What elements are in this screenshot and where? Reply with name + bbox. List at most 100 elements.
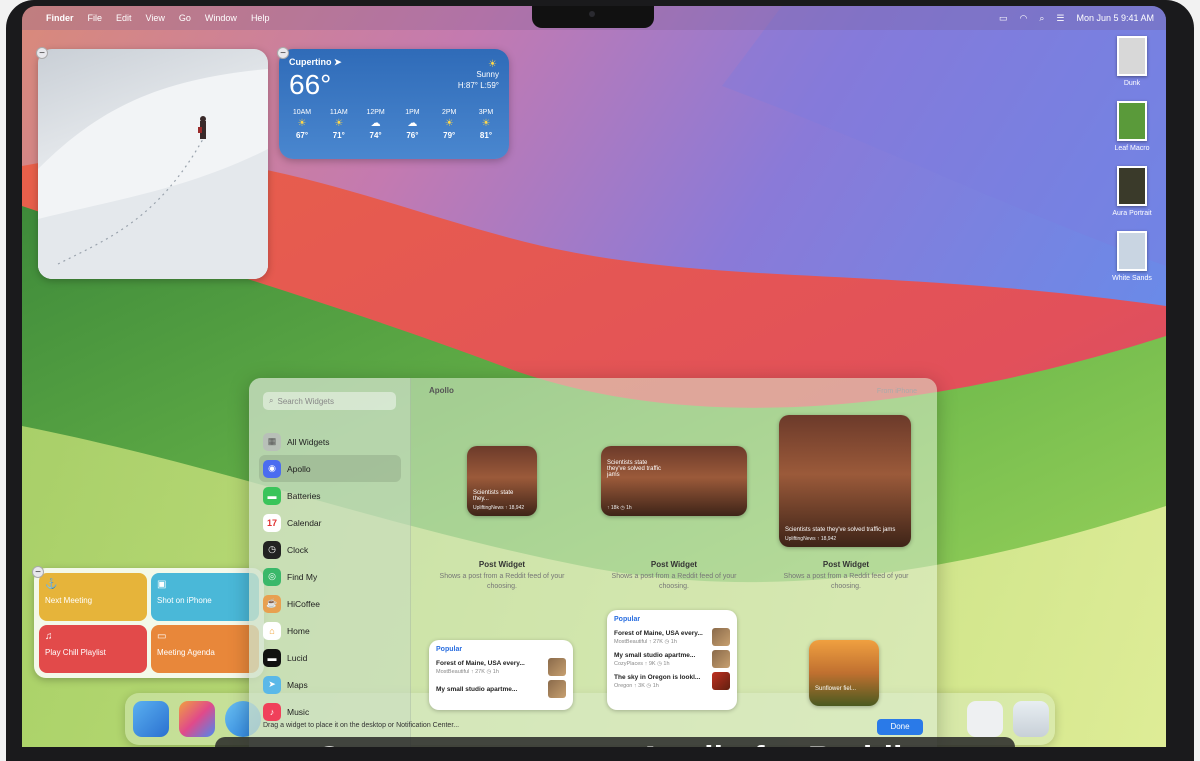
sunflower-photo-widget[interactable]: Sunflower fiel... bbox=[809, 640, 879, 706]
widget-label-large: Post Widget Shows a post from a Reddit f… bbox=[781, 560, 911, 592]
preview-caption: Scientists state they've solved traffic … bbox=[785, 527, 896, 533]
forecast-time: 12PM bbox=[366, 109, 385, 116]
menu-view[interactable]: View bbox=[146, 13, 165, 23]
forecast-time: 2PM bbox=[441, 109, 457, 116]
list-thumbnail bbox=[712, 628, 730, 646]
sidebar-item-apollo[interactable]: ◉ Apollo bbox=[259, 455, 401, 482]
sidebar-item-clock[interactable]: ◷ Clock bbox=[259, 536, 401, 563]
sidebar-item-label: Batteries bbox=[287, 490, 321, 501]
photo-widget[interactable] bbox=[38, 49, 268, 279]
list-header: Popular bbox=[436, 646, 463, 653]
popular-list-widget-small[interactable]: Popular Forest of Maine, USA every... Mos… bbox=[429, 640, 573, 710]
sidebar-item-hicoffee[interactable]: ☕ HiCoffee bbox=[259, 590, 401, 617]
desktop-file-dunk[interactable]: Dunk bbox=[1102, 36, 1162, 87]
remove-widget-icon[interactable]: − bbox=[277, 47, 289, 59]
widget-label-medium: Post Widget Shows a post from a Reddit f… bbox=[609, 560, 739, 592]
partly-cloudy-icon: ☁ bbox=[370, 118, 381, 129]
document-icon: ▭ bbox=[157, 631, 167, 642]
menu-finder[interactable]: Finder bbox=[46, 13, 74, 23]
shortcut-label: Play Chill Playlist bbox=[45, 648, 106, 657]
sidebar-item-maps[interactable]: ➤ Maps bbox=[259, 671, 401, 698]
trash-icon[interactable] bbox=[1013, 701, 1049, 737]
battery-icon[interactable]: ▭ bbox=[999, 13, 1008, 24]
forecast-time: 1PM bbox=[405, 109, 420, 116]
desktop-file-leaf-macro[interactable]: Leaf Macro bbox=[1102, 101, 1162, 152]
forecast-hour: 12PM ☁ 74° bbox=[361, 109, 391, 140]
list-thumbnail bbox=[548, 658, 566, 676]
menu-help[interactable]: Help bbox=[251, 13, 270, 23]
shortcut-play-chill-playlist[interactable]: ♫ Play Chill Playlist bbox=[39, 625, 147, 673]
clock-app-icon: ◷ bbox=[263, 540, 281, 559]
forecast-temp: 79° bbox=[443, 131, 456, 140]
preview-app-icon[interactable] bbox=[967, 701, 1003, 737]
preview-caption: Scientists state they've solved traffic … bbox=[607, 460, 662, 478]
weather-widget[interactable]: Cupertino ➤ 66° ☀ Sunny H:87° L:59° 10AM… bbox=[279, 49, 509, 159]
sidebar-item-music[interactable]: ♪ Music bbox=[259, 698, 401, 725]
file-label: Aura Portrait bbox=[1112, 210, 1152, 217]
desktop-screen: Finder File Edit View Go Window Help ▭ ◠… bbox=[22, 6, 1166, 747]
menu-file[interactable]: File bbox=[88, 13, 103, 23]
list-item-subtitle: CozyPlaces ↑ 9K ◷ 1h bbox=[614, 660, 670, 667]
sidebar-item-calendar[interactable]: 17 Calendar bbox=[259, 509, 401, 536]
sidebar-item-find-my[interactable]: ◎ Find My bbox=[259, 563, 401, 590]
forecast-hour: 1PM ☁ 76° bbox=[397, 109, 427, 140]
list-item: My small studio apartme... CozyPlaces ↑ 9… bbox=[614, 650, 730, 668]
list-item: The sky in Oregon is lookl... Oregon ↑ 3K… bbox=[614, 672, 730, 690]
search-placeholder: Search Widgets bbox=[277, 396, 334, 406]
maps-app-icon: ➤ bbox=[263, 675, 281, 694]
anchor-icon: ⚓ bbox=[45, 579, 58, 590]
widget-gallery-sidebar: ⌕ Search Widgets ▦ All Widgets ◉ Apollo ▬ Ba… bbox=[249, 378, 411, 747]
hicoffee-app-icon: ☕ bbox=[263, 594, 281, 613]
finder-app-icon[interactable] bbox=[133, 701, 169, 737]
sidebar-item-label: Clock bbox=[287, 544, 309, 555]
image-thumbnail-icon bbox=[1117, 166, 1147, 206]
post-widget-medium-preview[interactable]: Scientists state they've solved traffic … bbox=[601, 446, 747, 516]
section-title: Apollo bbox=[429, 386, 454, 395]
list-thumbnail bbox=[712, 672, 730, 690]
desktop-file-white-sands[interactable]: White Sands bbox=[1102, 231, 1162, 282]
sidebar-item-all-widgets[interactable]: ▦ All Widgets bbox=[259, 428, 401, 455]
control-center-icon[interactable]: ☰ bbox=[1056, 13, 1064, 24]
sidebar-item-lucid[interactable]: ▬ Lucid bbox=[259, 644, 401, 671]
launchpad-app-icon[interactable] bbox=[179, 701, 215, 737]
desktop-file-aura-portrait[interactable]: Aura Portrait bbox=[1102, 166, 1162, 217]
lucid-app-icon: ▬ bbox=[263, 648, 281, 667]
snow-hiker-photo bbox=[38, 69, 268, 279]
shortcuts-widget: ⚓ Next Meeting ▣ Shot on iPhone ♫ Play Chil… bbox=[34, 568, 264, 678]
menu-window[interactable]: Window bbox=[205, 13, 237, 23]
sun-icon: ☀ bbox=[444, 118, 454, 129]
post-widget-small-preview[interactable]: Scientists state they... UpliftingNews ↑… bbox=[467, 446, 537, 516]
popular-list-widget-medium[interactable]: Popular Forest of Maine, USA every... Mos… bbox=[607, 610, 737, 710]
sidebar-item-home[interactable]: ⌂ Home bbox=[259, 617, 401, 644]
shortcut-shot-on-iphone[interactable]: ▣ Shot on iPhone bbox=[151, 573, 259, 621]
forecast-temp: 76° bbox=[406, 131, 419, 140]
shortcut-label: Shot on iPhone bbox=[157, 596, 212, 605]
remove-widget-icon[interactable]: − bbox=[36, 47, 48, 59]
all-widgets-icon: ▦ bbox=[263, 432, 281, 451]
sidebar-item-batteries[interactable]: ▬ Batteries bbox=[259, 482, 401, 509]
gallery-footer-hint: Drag a widget to place it on the desktop… bbox=[263, 722, 460, 729]
shortcut-meeting-agenda[interactable]: ▭ Meeting Agenda bbox=[151, 625, 259, 673]
done-button[interactable]: Done bbox=[877, 719, 923, 735]
music-note-icon: ♫ bbox=[45, 631, 53, 642]
camera-icon bbox=[589, 11, 595, 17]
photo-icon: ▣ bbox=[157, 579, 167, 590]
menu-go[interactable]: Go bbox=[179, 13, 191, 23]
from-iphone-label: From iPhone bbox=[876, 388, 917, 395]
batteries-app-icon: ▬ bbox=[263, 486, 281, 505]
wifi-icon[interactable]: ◠ bbox=[1019, 13, 1027, 24]
forecast-hour: 2PM ☀ 79° bbox=[434, 109, 464, 140]
menu-edit[interactable]: Edit bbox=[116, 13, 132, 23]
menu-clock[interactable]: Mon Jun 5 9:41 AM bbox=[1076, 13, 1154, 23]
search-widgets-input[interactable]: ⌕ Search Widgets bbox=[263, 392, 396, 410]
post-widget-large-preview[interactable]: Scientists state they've solved traffic … bbox=[779, 415, 911, 547]
hourly-forecast: 10AM ☀ 67° 11AM ☀ 71° 12PM ☁ 74° 1PM ☁ 76° 2PM ☀ 7… bbox=[287, 109, 501, 140]
home-app-icon: ⌂ bbox=[263, 621, 281, 640]
widget-app-list: ▦ All Widgets ◉ Apollo ▬ Batteries 17 Calend… bbox=[259, 428, 401, 725]
shortcut-next-meeting[interactable]: ⚓ Next Meeting bbox=[39, 573, 147, 621]
spotlight-icon[interactable]: ⌕ bbox=[1039, 13, 1044, 24]
remove-widget-icon[interactable]: − bbox=[32, 566, 44, 578]
preview-caption: Scientists state they... bbox=[473, 490, 514, 502]
forecast-time: 3PM bbox=[478, 109, 494, 116]
list-item-subtitle: MostBeautiful ↑ 27K ◷ 1h bbox=[614, 638, 677, 645]
